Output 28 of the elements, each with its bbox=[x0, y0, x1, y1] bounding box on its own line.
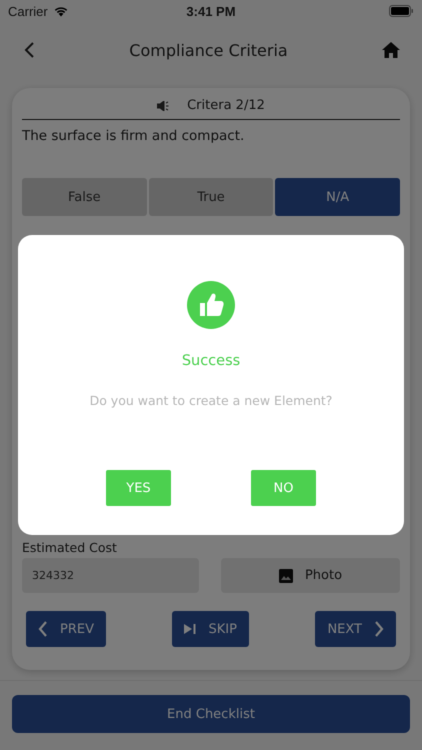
skip-icon bbox=[184, 624, 196, 634]
criteria-counter: Critera 2/12 bbox=[187, 98, 265, 113]
prev-button[interactable]: PREV bbox=[26, 611, 106, 647]
answer-option[interactable]: N/A bbox=[275, 178, 400, 216]
clock: 3:41 PM bbox=[186, 4, 236, 18]
cost-field[interactable]: 324332 bbox=[22, 558, 199, 593]
dialog-message: Do you want to create a new Element? bbox=[90, 393, 332, 408]
megaphone-icon bbox=[157, 100, 170, 110]
image-icon bbox=[278, 568, 293, 582]
page-title: Compliance Criteria bbox=[129, 40, 288, 60]
chevron-right-icon bbox=[374, 621, 384, 637]
wifi-icon bbox=[52, 5, 69, 17]
field-label: Estimated Cost bbox=[22, 540, 118, 557]
criteria-statement: The surface is firm and compact. bbox=[22, 128, 246, 144]
next-button[interactable]: NEXT bbox=[315, 611, 396, 647]
dialog-button[interactable]: YES bbox=[106, 470, 171, 506]
answer-option[interactable]: False bbox=[22, 178, 147, 216]
dialog-button[interactable]: NO bbox=[251, 470, 316, 506]
photo-button[interactable]: Photo bbox=[221, 558, 400, 593]
thumbs-up-icon bbox=[187, 281, 235, 329]
end-checklist-button[interactable]: End Checklist bbox=[12, 695, 410, 733]
home-icon[interactable] bbox=[382, 42, 400, 58]
chevron-left-icon bbox=[38, 621, 48, 637]
carrier-label: Carrier bbox=[8, 4, 48, 18]
skip-button[interactable]: SKIP bbox=[172, 611, 249, 647]
dialog-title: Success bbox=[182, 353, 240, 369]
answer-option[interactable]: True bbox=[148, 178, 274, 216]
back-icon[interactable] bbox=[23, 41, 35, 59]
